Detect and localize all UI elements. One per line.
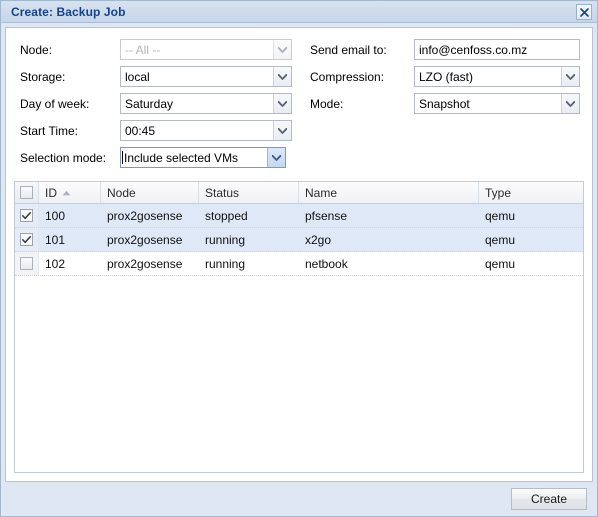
cell-type: qemu	[485, 232, 516, 247]
cell-id: 102	[45, 256, 66, 271]
field-mode-label: Mode:	[310, 96, 344, 111]
field-send-email-to-label: Send email to:	[310, 42, 387, 57]
chevron-down-icon[interactable]	[273, 94, 291, 113]
storage-select[interactable]: local	[120, 66, 292, 87]
send-email-to-input[interactable]: info@cenfoss.co.mz	[414, 39, 580, 60]
dialog-body: Node: -- All -- Storage: local Day of we…	[5, 27, 593, 482]
column-header-type-label: Type	[485, 185, 512, 200]
field-storage-label: Storage:	[20, 69, 66, 84]
field-start-time-label: Start Time:	[20, 123, 79, 138]
row-checkbox[interactable]	[20, 209, 33, 222]
compression-select[interactable]: LZO (fast)	[414, 66, 580, 87]
cell-node: prox2gosense	[107, 208, 183, 223]
chevron-down-icon[interactable]	[267, 148, 285, 167]
select-all-header-cell[interactable]	[15, 182, 39, 203]
field-day-of-week: Day of week: Saturday	[12, 90, 304, 117]
field-node: Node: -- All --	[12, 36, 304, 63]
chevron-down-icon[interactable]	[273, 40, 291, 59]
field-send-email-to: Send email to: info@cenfoss.co.mz	[304, 36, 586, 63]
node-select[interactable]: -- All --	[120, 39, 292, 60]
row-checkbox[interactable]	[20, 257, 33, 270]
node-select-value: -- All --	[125, 42, 161, 57]
table-row[interactable]: 100 prox2gosense stopped pfsense qemu	[15, 204, 583, 228]
cell-name: pfsense	[305, 208, 348, 223]
select-all-checkbox[interactable]	[20, 186, 33, 199]
start-time-select-value: 00:45	[125, 123, 156, 138]
grid-header-row: ID Node Status Name Type	[15, 182, 583, 204]
sort-ascending-icon	[62, 190, 71, 196]
row-checkbox[interactable]	[20, 233, 33, 246]
mode-select[interactable]: Snapshot	[414, 93, 580, 114]
row-select-cell[interactable]	[15, 204, 39, 227]
compression-select-value: LZO (fast)	[419, 69, 474, 84]
chevron-down-icon[interactable]	[561, 94, 579, 113]
table-row[interactable]: 101 prox2gosense running x2go qemu	[15, 228, 583, 252]
cell-status: stopped	[205, 208, 248, 223]
vm-selection-grid: ID Node Status Name Type 100 prox2gosens…	[14, 181, 584, 473]
storage-select-value: local	[125, 69, 150, 84]
cell-status: running	[205, 232, 246, 247]
day-of-week-select-value: Saturday	[125, 96, 174, 111]
field-compression-label: Compression:	[310, 69, 385, 84]
row-select-cell[interactable]	[15, 228, 39, 251]
field-node-label: Node:	[20, 42, 53, 57]
field-storage: Storage: local	[12, 63, 304, 90]
field-day-of-week-label: Day of week:	[20, 96, 90, 111]
cell-type: qemu	[485, 208, 516, 223]
selection-mode-select-value: Include selected VMs	[124, 150, 239, 165]
column-header-name[interactable]: Name	[299, 182, 479, 203]
cell-id: 101	[45, 232, 66, 247]
field-selection-mode-label: Selection mode:	[20, 150, 107, 165]
send-email-to-value: info@cenfoss.co.mz	[419, 42, 528, 57]
cell-type: qemu	[485, 256, 516, 271]
chevron-down-icon[interactable]	[273, 67, 291, 86]
column-header-type[interactable]: Type	[479, 182, 583, 203]
column-header-node-label: Node	[107, 185, 136, 200]
column-header-name-label: Name	[305, 185, 338, 200]
mode-select-value: Snapshot	[419, 96, 470, 111]
cell-name: x2go	[305, 232, 332, 247]
dialog-titlebar: Create: Backup Job	[1, 1, 597, 23]
column-header-id[interactable]: ID	[39, 182, 101, 203]
cell-status: running	[205, 256, 246, 271]
create-backup-job-dialog: Create: Backup Job Node: -- All -- Stora…	[0, 0, 598, 517]
field-compression: Compression: LZO (fast)	[304, 63, 586, 90]
cell-id: 100	[45, 208, 66, 223]
field-mode: Mode: Snapshot	[304, 90, 586, 117]
cell-node: prox2gosense	[107, 232, 183, 247]
chevron-down-icon[interactable]	[561, 67, 579, 86]
form-column-right: Send email to: info@cenfoss.co.mz Compre…	[304, 36, 586, 171]
backup-job-form: Node: -- All -- Storage: local Day of we…	[6, 28, 592, 175]
cell-name: netbook	[305, 256, 348, 271]
start-time-select[interactable]: 00:45	[120, 120, 292, 141]
chevron-down-icon[interactable]	[273, 121, 291, 140]
column-header-status[interactable]: Status	[199, 182, 299, 203]
column-header-status-label: Status	[205, 185, 240, 200]
column-header-node[interactable]: Node	[101, 182, 199, 203]
column-header-id-label: ID	[45, 185, 57, 200]
create-button[interactable]: Create	[511, 488, 587, 510]
grid-body: 100 prox2gosense stopped pfsense qemu 10…	[15, 204, 583, 472]
close-icon[interactable]	[576, 4, 592, 20]
row-select-cell[interactable]	[15, 252, 39, 275]
form-column-left: Node: -- All -- Storage: local Day of we…	[12, 36, 304, 171]
field-selection-mode: Selection mode: Include selected VMs	[12, 144, 304, 171]
selection-mode-select[interactable]: Include selected VMs	[120, 147, 286, 168]
dialog-title: Create: Backup Job	[11, 4, 126, 19]
table-row[interactable]: 102 prox2gosense running netbook qemu	[15, 252, 583, 276]
field-start-time: Start Time: 00:45	[12, 117, 304, 144]
dialog-footer: Create	[1, 482, 597, 516]
day-of-week-select[interactable]: Saturday	[120, 93, 292, 114]
cell-node: prox2gosense	[107, 256, 183, 271]
